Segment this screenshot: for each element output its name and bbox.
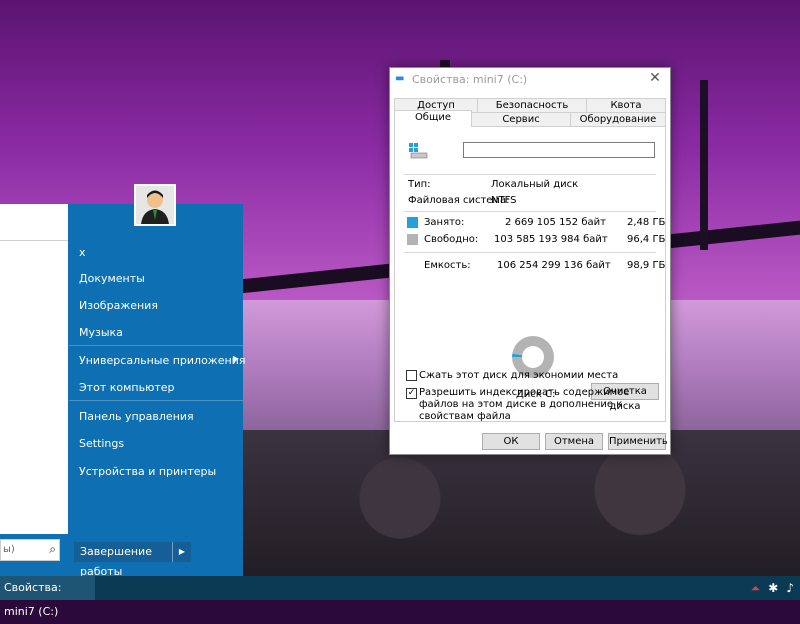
start-item-pictures[interactable]: Изображения	[79, 299, 158, 312]
shutdown-label: Завершение работы	[80, 545, 152, 578]
start-item-control-panel[interactable]: Панель управления	[79, 410, 194, 423]
start-item-music[interactable]: Музыка	[79, 326, 123, 339]
chevron-right-icon: ▶	[178, 547, 186, 556]
start-search-box[interactable]: ы) ⌕	[0, 539, 60, 561]
network-icon[interactable]: ⏶	[751, 581, 761, 596]
start-item-user[interactable]: x	[79, 246, 86, 259]
start-item-universal-apps-label: Универсальные приложения	[79, 354, 246, 367]
chevron-right-icon: ▶	[232, 354, 239, 363]
used-bytes: 2 669 105 152 байт	[505, 217, 606, 228]
drive-icon: ▬	[395, 73, 405, 84]
apply-button[interactable]: Применить	[608, 433, 668, 450]
cancel-button[interactable]: Отмена	[545, 433, 603, 450]
system-tray: ⏶ ✱ ♪	[751, 576, 794, 600]
start-item-settings[interactable]: Settings	[79, 437, 124, 450]
capacity-label: Емкость:	[424, 260, 471, 271]
taskbar: Свойства: mini7 (C:) ⏶ ✱ ♪	[0, 576, 800, 618]
start-item-documents[interactable]: Документы	[79, 272, 145, 285]
start-search-placeholder: ы)	[3, 544, 15, 555]
tab-security[interactable]: Безопасность	[477, 98, 587, 113]
start-menu-divider	[69, 400, 243, 401]
shutdown-button[interactable]: Завершение работы ▶	[74, 542, 191, 578]
dialog-title: Свойства: mini7 (C:)	[412, 73, 528, 86]
drive-properties-dialog: ▬ Свойства: mini7 (C:) ✕ Доступ Безопасн…	[389, 67, 671, 455]
dialog-titlebar[interactable]: ▬ Свойства: mini7 (C:) ✕	[390, 68, 670, 90]
start-menu-pinned-area	[0, 204, 68, 241]
type-label: Тип:	[408, 179, 431, 190]
used-color-swatch	[407, 217, 418, 228]
capacity-bytes: 106 254 299 136 байт	[497, 260, 611, 271]
used-gb: 2,48 ГБ	[627, 217, 666, 228]
start-item-this-pc[interactable]: Этот компьютер	[79, 381, 175, 394]
used-label: Занято:	[424, 217, 465, 228]
user-avatar-icon	[136, 186, 174, 224]
divider	[404, 174, 656, 175]
allow-indexing-checkbox[interactable]: ✓	[406, 388, 417, 399]
local-disk-icon	[409, 143, 428, 159]
wallpaper-bridge-tower	[700, 80, 708, 250]
tab-quota[interactable]: Квота	[586, 98, 666, 113]
disk-usage-donut-hole	[522, 346, 544, 368]
free-label: Свободно:	[424, 234, 479, 245]
compress-drive-checkbox[interactable]	[406, 370, 417, 381]
capacity-gb: 98,9 ГБ	[627, 260, 666, 271]
shutdown-options-button[interactable]: ▶	[172, 542, 191, 562]
taskbar-item-drive-properties[interactable]: Свойства: mini7 (C:)	[0, 576, 95, 618]
free-gb: 96,4 ГБ	[627, 234, 666, 245]
compress-drive-label: Сжать этот диск для экономии места	[419, 370, 619, 381]
bluetooth-icon[interactable]: ✱	[768, 581, 778, 595]
start-item-universal-apps[interactable]: Универсальные приложения ▶	[79, 354, 245, 367]
start-item-devices-printers[interactable]: Устройства и принтеры	[79, 465, 216, 478]
allow-indexing-label: Разрешить индексировать содержимое файло…	[419, 387, 630, 422]
free-bytes: 103 585 193 984 байт	[494, 234, 608, 245]
tab-general[interactable]: Общие	[394, 110, 472, 127]
start-menu-app-list[interactable]	[0, 204, 68, 534]
user-avatar[interactable]	[134, 184, 176, 226]
volume-icon[interactable]: ♪	[786, 581, 794, 595]
type-value: Локальный диск	[491, 179, 579, 190]
filesystem-value: NTFS	[491, 195, 517, 206]
start-menu-divider	[69, 345, 243, 346]
close-icon[interactable]: ✕	[646, 70, 664, 86]
divider	[404, 211, 656, 212]
divider	[404, 252, 656, 253]
free-color-swatch	[407, 234, 418, 245]
drive-name-input[interactable]	[463, 142, 655, 158]
start-menu: ы) ⌕ x Документы Изображения Музыка Унив…	[0, 204, 245, 578]
search-icon[interactable]: ⌕	[49, 542, 56, 557]
ok-button[interactable]: ОК	[482, 433, 540, 450]
tab-tools[interactable]: Сервис	[471, 112, 571, 127]
tab-hardware[interactable]: Оборудование	[570, 112, 666, 127]
